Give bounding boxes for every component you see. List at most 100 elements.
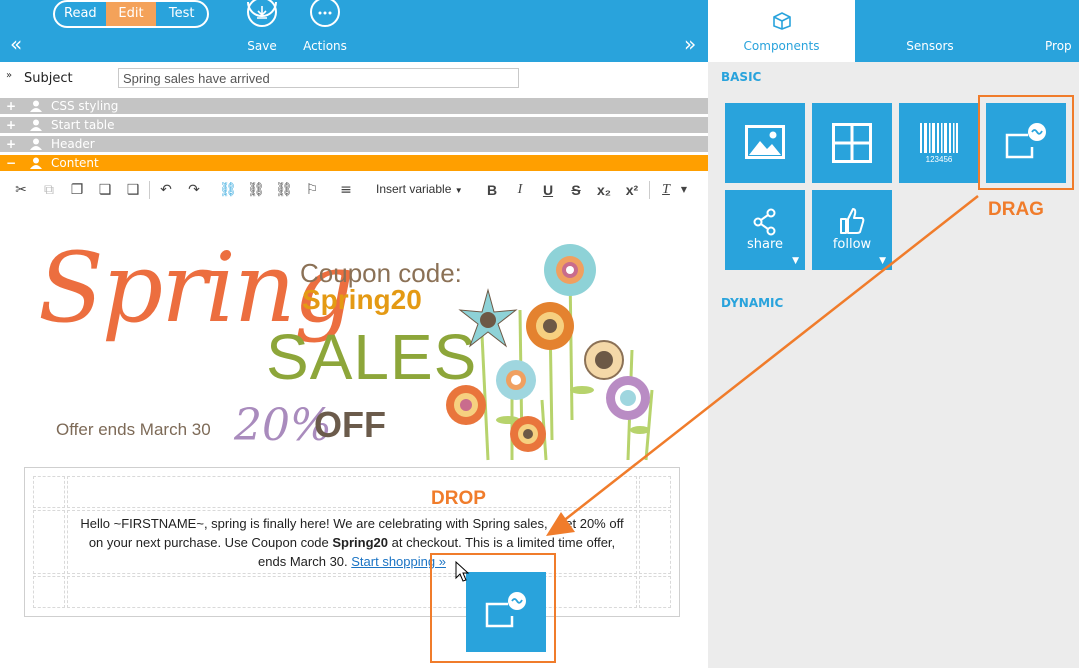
section-label: CSS styling: [51, 99, 119, 113]
dragged-social-tile[interactable]: [466, 572, 546, 652]
barcode-digits: 123456: [925, 155, 953, 164]
copy-disabled-icon[interactable]: ⧉: [40, 181, 58, 199]
spring-sales-banner: Spring Coupon code: Spring20 SALES 20% O…: [30, 240, 690, 465]
text-color-icon[interactable]: T: [657, 181, 675, 199]
dynamic-group-title: DYNAMIC: [721, 296, 784, 310]
share-component-tile[interactable]: share ▼: [725, 190, 805, 270]
social-box-icon: [485, 592, 526, 628]
rich-text-toolbar: ✂ ⧉ ❐ ❏ ❑ ↶ ↷ ⛓ ⛓ ⛓ ⚐ ≡ Insert variable …: [0, 173, 708, 207]
person-icon: [30, 119, 42, 131]
mode-edit-button[interactable]: Edit: [105, 2, 157, 26]
section-start-table[interactable]: + Start table: [0, 117, 708, 133]
align-icon[interactable]: ≡: [337, 181, 355, 199]
insert-variable-dropdown[interactable]: Insert variable ▼: [376, 182, 463, 196]
tab-sensors[interactable]: Sensors: [855, 0, 1005, 62]
box-icon: [773, 12, 791, 30]
collapse-icon[interactable]: −: [6, 155, 16, 171]
tab-properties-label: Prop: [1045, 39, 1072, 53]
strikethrough-icon[interactable]: S: [567, 181, 585, 199]
section-content[interactable]: − Content: [0, 155, 708, 171]
tab-properties[interactable]: Prop: [1005, 0, 1079, 62]
banner-off: OFF: [314, 404, 386, 445]
follow-component-tile[interactable]: follow ▼: [812, 190, 892, 270]
panel-tabs: Components Sensors Prop: [708, 0, 1079, 62]
subject-row: » Subject: [0, 66, 708, 92]
subscript-icon[interactable]: x₂: [595, 181, 613, 199]
follow-tile-label: follow: [832, 237, 872, 252]
section-css-styling[interactable]: + CSS styling: [0, 98, 708, 114]
subject-input[interactable]: [118, 68, 519, 88]
save-button[interactable]: Save: [238, 39, 286, 53]
barcode-component-tile[interactable]: 123456: [899, 103, 979, 183]
share-tile-label: share: [746, 237, 784, 252]
person-icon: [30, 100, 42, 112]
toolbar-divider: [149, 181, 150, 199]
section-header[interactable]: + Header: [0, 136, 708, 152]
download-icon[interactable]: [246, 0, 278, 30]
drag-source-highlight: [978, 95, 1074, 190]
flag-icon[interactable]: ⚐: [303, 181, 321, 199]
table-cell[interactable]: [639, 576, 671, 608]
grid-component-tile[interactable]: [812, 103, 892, 183]
content-line-1-text: Hello ~FIRSTNAME~, spring is finally her…: [80, 516, 548, 531]
superscript-icon[interactable]: x²: [623, 181, 641, 199]
person-icon: [30, 157, 42, 169]
tab-components[interactable]: Components: [708, 0, 855, 62]
tab-components-label: Components: [743, 39, 820, 53]
mode-test-button[interactable]: Test: [156, 2, 207, 26]
content-coupon-code: Spring20: [332, 535, 389, 550]
flowers-illustration: [446, 244, 654, 461]
caret-down-icon: ▼: [454, 186, 463, 195]
expand-icon[interactable]: +: [6, 117, 16, 133]
redo-icon[interactable]: ↷: [185, 181, 203, 199]
unlink-icon[interactable]: ⛓: [275, 181, 293, 199]
person-icon: [30, 138, 42, 150]
tab-sensors-label: Sensors: [906, 39, 954, 53]
toolbar-divider: [649, 181, 650, 199]
content-line-2-text: on your next purchase. Use Coupon code: [88, 535, 329, 550]
bold-icon[interactable]: B: [483, 181, 501, 199]
editor-topbar: Read Edit Test Save Actions « »: [0, 0, 708, 62]
undo-icon[interactable]: ↶: [157, 181, 175, 199]
image-component-tile[interactable]: [725, 103, 805, 183]
table-cell[interactable]: [639, 476, 671, 508]
table-cell[interactable]: [67, 476, 637, 508]
table-cell[interactable]: [639, 510, 671, 574]
paste-word-icon[interactable]: ❑: [124, 181, 142, 199]
double-chevron-left-icon[interactable]: «: [10, 32, 22, 56]
thumbs-up-icon: [840, 208, 865, 234]
content-line-2-tail: at checkout. This is a limited time offe…: [391, 535, 616, 550]
table-cell[interactable]: [33, 476, 65, 508]
italic-icon[interactable]: I: [511, 181, 529, 199]
app-root: Read Edit Test Save Actions « » » Subjec…: [0, 0, 1079, 668]
caret-down-icon[interactable]: ▼: [879, 256, 886, 266]
content-line-1-tail: et 20% off: [565, 516, 624, 531]
banner-offer-ends: Offer ends March 30: [56, 420, 211, 439]
expand-icon[interactable]: +: [6, 98, 16, 114]
link-icon[interactable]: ⛓: [219, 181, 237, 199]
drop-label: DROP: [431, 488, 486, 509]
expand-icon[interactable]: +: [6, 136, 16, 152]
section-label: Content: [51, 156, 99, 170]
paste-text-icon[interactable]: ❏: [96, 181, 114, 199]
section-label: Header: [51, 137, 95, 151]
mode-read-button[interactable]: Read: [55, 2, 106, 26]
table-cell[interactable]: [33, 576, 65, 608]
content-line-1: Hello ~FIRSTNAME~, spring is finally her…: [74, 514, 630, 533]
table-cell[interactable]: [33, 510, 65, 574]
more-icon[interactable]: [309, 0, 341, 30]
actions-button[interactable]: Actions: [296, 39, 354, 53]
caret-down-icon[interactable]: ▼: [675, 181, 693, 199]
content-line-3-text: ends March 30.: [258, 554, 348, 569]
image-icon: [745, 125, 785, 159]
link-edit-icon[interactable]: ⛓: [247, 181, 265, 199]
grid-icon: [832, 123, 872, 163]
cut-icon[interactable]: ✂: [12, 181, 30, 199]
mode-switch: Read Edit Test: [53, 0, 209, 28]
content-line-2: on your next purchase. Use Coupon code S…: [74, 533, 630, 552]
chevron-down-icon[interactable]: »: [6, 70, 12, 81]
double-chevron-right-icon[interactable]: »: [684, 32, 696, 56]
underline-icon[interactable]: U: [539, 181, 557, 199]
caret-down-icon[interactable]: ▼: [792, 256, 799, 266]
paste-icon[interactable]: ❐: [68, 181, 86, 199]
